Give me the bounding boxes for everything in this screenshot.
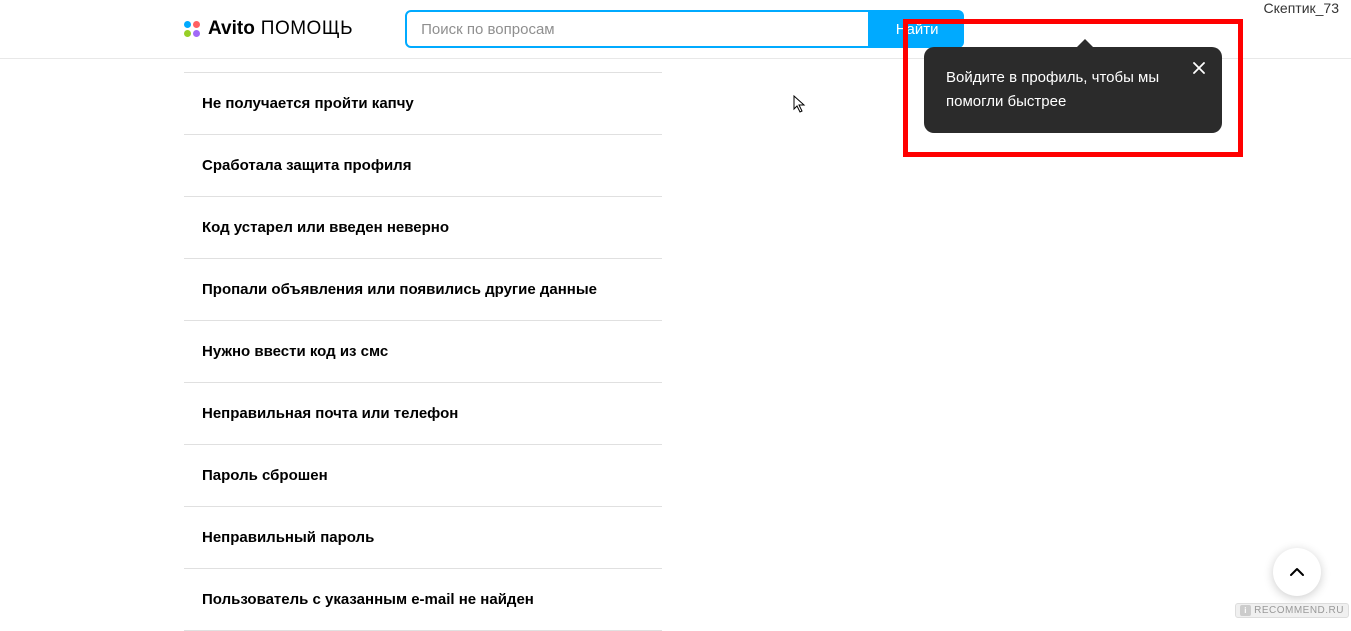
list-item[interactable]: Неправильная почта или телефон [184, 383, 662, 445]
list-item[interactable]: Пропали объявления или появились другие … [184, 259, 662, 321]
logo-suffix: ПОМОЩЬ [261, 18, 353, 40]
list-item[interactable]: Неправильный пароль [184, 507, 662, 569]
search-form: Найти [405, 10, 964, 48]
watermark-text: RECOMMEND.RU [1254, 605, 1344, 616]
chevron-up-icon [1288, 563, 1306, 581]
cursor-icon [793, 95, 807, 118]
logo[interactable]: Avito ПОМОЩЬ [182, 18, 353, 40]
watermark: i RECOMMEND.RU [1235, 603, 1349, 618]
list-item[interactable]: Не получается пройти капчу [184, 72, 662, 135]
search-input[interactable] [405, 10, 870, 48]
tooltip-arrow-icon [1076, 39, 1094, 48]
tooltip-text-line1: Войдите в профиль, чтобы мы [946, 69, 1159, 86]
list-item[interactable]: Нужно ввести код из смс [184, 321, 662, 383]
list-item[interactable]: Код устарел или введен неверно [184, 197, 662, 259]
search-button[interactable]: Найти [870, 10, 964, 48]
info-icon: i [1240, 605, 1251, 616]
tooltip-close-button[interactable] [1190, 59, 1208, 77]
list-item[interactable]: Пароль сброшен [184, 445, 662, 507]
avito-dots-icon [182, 19, 202, 39]
faq-list: Не получается пройти капчу Сработала защ… [184, 72, 662, 631]
list-item[interactable]: Сработала защита профиля [184, 135, 662, 197]
logo-brand: Avito [208, 18, 255, 40]
close-icon [1193, 62, 1205, 74]
scroll-top-button[interactable] [1273, 548, 1321, 596]
login-tooltip: Войдите в профиль, чтобы мы помогли быст… [924, 47, 1222, 133]
list-item[interactable]: Пользователь с указанным e-mail не найде… [184, 569, 662, 631]
tooltip-text-line2: помогли быстрее [946, 93, 1066, 110]
username-label: Скептик_73 [1264, 0, 1339, 16]
